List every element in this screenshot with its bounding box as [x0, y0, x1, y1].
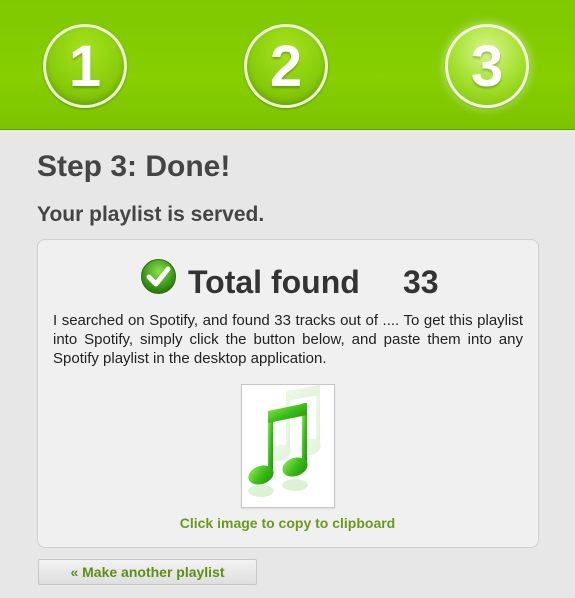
step-3-number: 3 [470, 33, 504, 99]
step-3-indicator: 3 [445, 24, 529, 108]
step-2-indicator: 2 [244, 24, 328, 108]
make-another-playlist-button[interactable]: « Make another playlist [38, 559, 257, 585]
page-subtitle: Your playlist is served. [37, 203, 265, 226]
copy-to-clipboard-label[interactable]: Click image to copy to clipboard [0, 515, 575, 531]
check-icon [141, 259, 176, 294]
step-1-indicator: 1 [43, 24, 127, 108]
music-note-icon [248, 385, 321, 497]
total-found-count: 33 [403, 264, 439, 300]
page-title: Step 3: Done! [37, 150, 231, 183]
copy-to-clipboard-image[interactable] [241, 384, 335, 508]
result-description: I searched on Spotify, and found 33 trac… [53, 312, 523, 367]
total-found-label: Total found [188, 264, 360, 300]
steps-header: 1 2 3 [0, 0, 575, 130]
step-1-number: 1 [68, 33, 102, 99]
step-2-number: 2 [269, 33, 303, 99]
